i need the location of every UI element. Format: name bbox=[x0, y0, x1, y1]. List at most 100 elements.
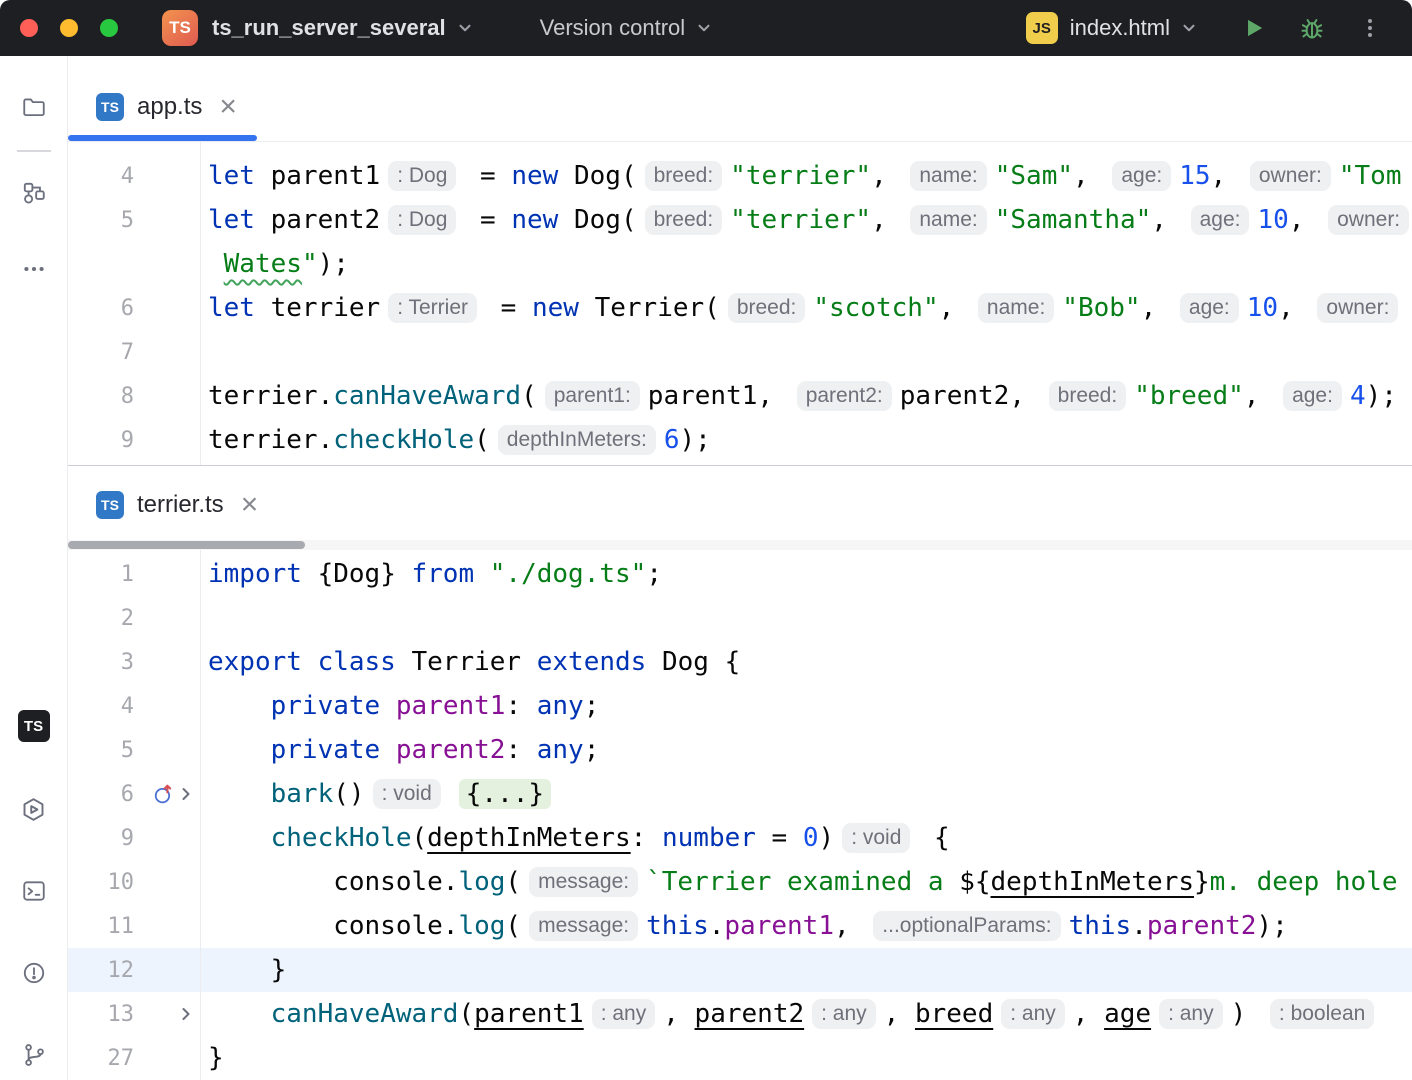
fold-chevron-icon[interactable] bbox=[176, 784, 196, 804]
code-token: () bbox=[333, 779, 364, 809]
code-line[interactable]: 8terrier.canHaveAward(parent1:parent1, p… bbox=[68, 374, 1412, 418]
code-line[interactable]: Wates"); bbox=[68, 242, 1412, 286]
git-branch-icon bbox=[21, 1042, 47, 1068]
code-text[interactable]: let terrier: Terrier = new Terrier(breed… bbox=[200, 286, 1412, 330]
inlay-hint: age: bbox=[1112, 161, 1171, 191]
code-line[interactable]: 7 bbox=[68, 330, 1412, 374]
code-token: parent1 bbox=[724, 911, 834, 941]
code-text[interactable]: private parent1: any; bbox=[200, 684, 1412, 728]
typescript-logo-icon[interactable]: TS bbox=[18, 710, 50, 742]
sidebar-item-git[interactable] bbox=[19, 1040, 49, 1070]
editor-app-ts[interactable]: 4 let parent1: Dog = new Dog(breed:"terri… bbox=[68, 142, 1412, 466]
code-line[interactable]: 1import {Dog} from "./dog.ts"; bbox=[68, 552, 1412, 596]
line-number: 6 bbox=[68, 782, 134, 807]
sidebar-item-more[interactable] bbox=[19, 254, 49, 284]
code-line[interactable]: 11 console.log(message:this.parent1, ...… bbox=[68, 904, 1412, 948]
code-line[interactable]: 9 checkHole(depthInMeters: number = 0): … bbox=[68, 816, 1412, 860]
code-line[interactable]: 6let terrier: Terrier = new Terrier(bree… bbox=[68, 286, 1412, 330]
gutter bbox=[68, 242, 200, 286]
inlay-hint: message: bbox=[529, 911, 638, 941]
code-line[interactable]: 10 console.log(message:`Terrier examined… bbox=[68, 860, 1412, 904]
sidebar-item-problems[interactable] bbox=[19, 958, 49, 988]
code-token bbox=[208, 999, 271, 1029]
code-text[interactable]: export class Terrier extends Dog { bbox=[200, 640, 1412, 684]
sidebar-item-terminal[interactable] bbox=[19, 876, 49, 906]
inlay-hint: name: bbox=[978, 293, 1054, 323]
code-token: Terrier( bbox=[579, 293, 720, 323]
code-line[interactable]: 13 canHaveAward(parent1: any, parent2: a… bbox=[68, 992, 1412, 1036]
project-selector[interactable]: TS ts_run_server_several bbox=[118, 10, 474, 46]
code-line[interactable]: 4 private parent1: any; bbox=[68, 684, 1412, 728]
code-line[interactable]: 5let parent2: Dog = new Dog(breed:"terri… bbox=[68, 198, 1412, 242]
sidebar-item-structure[interactable] bbox=[19, 178, 49, 208]
code-token: let bbox=[208, 161, 271, 191]
code-token: "Bob" bbox=[1062, 293, 1140, 323]
code-text[interactable]: private parent2: any; bbox=[200, 728, 1412, 772]
zoom-window-button[interactable] bbox=[100, 19, 118, 37]
version-control-menu[interactable]: Version control bbox=[474, 15, 714, 41]
editor-terrier-ts[interactable]: 1import {Dog} from "./dog.ts";23export c… bbox=[68, 550, 1412, 1080]
inlay-hint: owner: bbox=[1250, 161, 1331, 191]
code-token: parent2 bbox=[396, 735, 506, 765]
code-text[interactable]: console.log(message:`Terrier examined a … bbox=[200, 860, 1412, 904]
code-token: } bbox=[208, 955, 286, 985]
overrides-method-icon[interactable] bbox=[152, 783, 174, 805]
code-token: 4 bbox=[1350, 381, 1366, 411]
code-text[interactable]: let parent2: Dog = new Dog(breed:"terrie… bbox=[200, 198, 1412, 242]
debug-button[interactable] bbox=[1292, 8, 1332, 48]
code-text[interactable] bbox=[200, 330, 1412, 374]
code-text[interactable]: terrier.checkHole(depthInMeters:6); bbox=[200, 418, 1412, 462]
code-text[interactable]: let parent1: Dog = new Dog(breed:"terrie… bbox=[200, 154, 1412, 198]
code-token: breed bbox=[915, 999, 993, 1029]
code-line[interactable]: 2 bbox=[68, 596, 1412, 640]
code-line[interactable]: 12 } bbox=[68, 948, 1412, 992]
code-token bbox=[208, 735, 271, 765]
close-window-button[interactable] bbox=[20, 19, 38, 37]
tab-terrier-ts[interactable]: TS terrier.ts × bbox=[68, 471, 278, 539]
window-controls bbox=[20, 19, 118, 37]
close-icon[interactable]: × bbox=[219, 92, 237, 122]
close-icon[interactable]: × bbox=[241, 490, 259, 520]
minimize-window-button[interactable] bbox=[60, 19, 78, 37]
code-text[interactable]: Wates"); bbox=[200, 242, 1412, 286]
folded-region[interactable]: {...} bbox=[459, 779, 551, 809]
code-text[interactable]: bark(): void{...} bbox=[200, 772, 1412, 816]
code-text[interactable]: } bbox=[200, 1036, 1412, 1080]
code-token: ); bbox=[318, 249, 349, 279]
code-text[interactable]: terrier.canHaveAward(parent1:parent1, pa… bbox=[200, 374, 1412, 418]
inlay-hint: : void bbox=[842, 823, 910, 853]
fold-chevron-icon[interactable] bbox=[176, 1004, 196, 1024]
sidebar-item-services[interactable] bbox=[19, 794, 49, 824]
code-token: ( bbox=[521, 381, 537, 411]
sidebar-item-project[interactable] bbox=[19, 92, 49, 122]
code-line[interactable]: 4let parent1: Dog = new Dog(breed:"terri… bbox=[68, 154, 1412, 198]
inlay-hint: breed: bbox=[1049, 381, 1127, 411]
code-token: depthInMeters bbox=[427, 823, 631, 853]
more-actions-button[interactable] bbox=[1350, 8, 1390, 48]
code-text[interactable]: } bbox=[200, 948, 1412, 992]
code-line[interactable]: 3export class Terrier extends Dog { bbox=[68, 640, 1412, 684]
code-token: , bbox=[884, 999, 915, 1029]
code-token: parent2, bbox=[900, 381, 1041, 411]
code-text[interactable]: canHaveAward(parent1: any, parent2: any,… bbox=[200, 992, 1412, 1036]
code-token: , bbox=[1244, 381, 1275, 411]
code-token: age bbox=[1104, 999, 1151, 1029]
tab-app-ts[interactable]: TS app.ts × bbox=[68, 73, 257, 141]
code-text[interactable] bbox=[200, 596, 1412, 640]
run-button[interactable] bbox=[1234, 8, 1274, 48]
code-line[interactable]: 6 bark(): void{...} bbox=[68, 772, 1412, 816]
code-text[interactable]: import {Dog} from "./dog.ts"; bbox=[200, 552, 1412, 596]
horizontal-scrollbar-track[interactable] bbox=[68, 540, 1412, 550]
code-line[interactable]: 27} bbox=[68, 1036, 1412, 1080]
code-text[interactable]: console.log(message:this.parent1, ...opt… bbox=[200, 904, 1412, 948]
code-text[interactable]: checkHole(depthInMeters: number = 0): vo… bbox=[200, 816, 1412, 860]
horizontal-scrollbar-thumb[interactable] bbox=[68, 541, 305, 549]
gutter: 9 bbox=[68, 418, 200, 462]
code-token: : bbox=[631, 823, 662, 853]
run-config-selector[interactable]: JS index.html bbox=[1026, 12, 1198, 44]
code-line[interactable]: 5 private parent2: any; bbox=[68, 728, 1412, 772]
code-token: console. bbox=[208, 867, 458, 897]
code-line[interactable]: 9terrier.checkHole(depthInMeters:6); bbox=[68, 418, 1412, 462]
project-name: ts_run_server_several bbox=[212, 15, 446, 41]
inlay-hint: : void bbox=[373, 779, 441, 809]
